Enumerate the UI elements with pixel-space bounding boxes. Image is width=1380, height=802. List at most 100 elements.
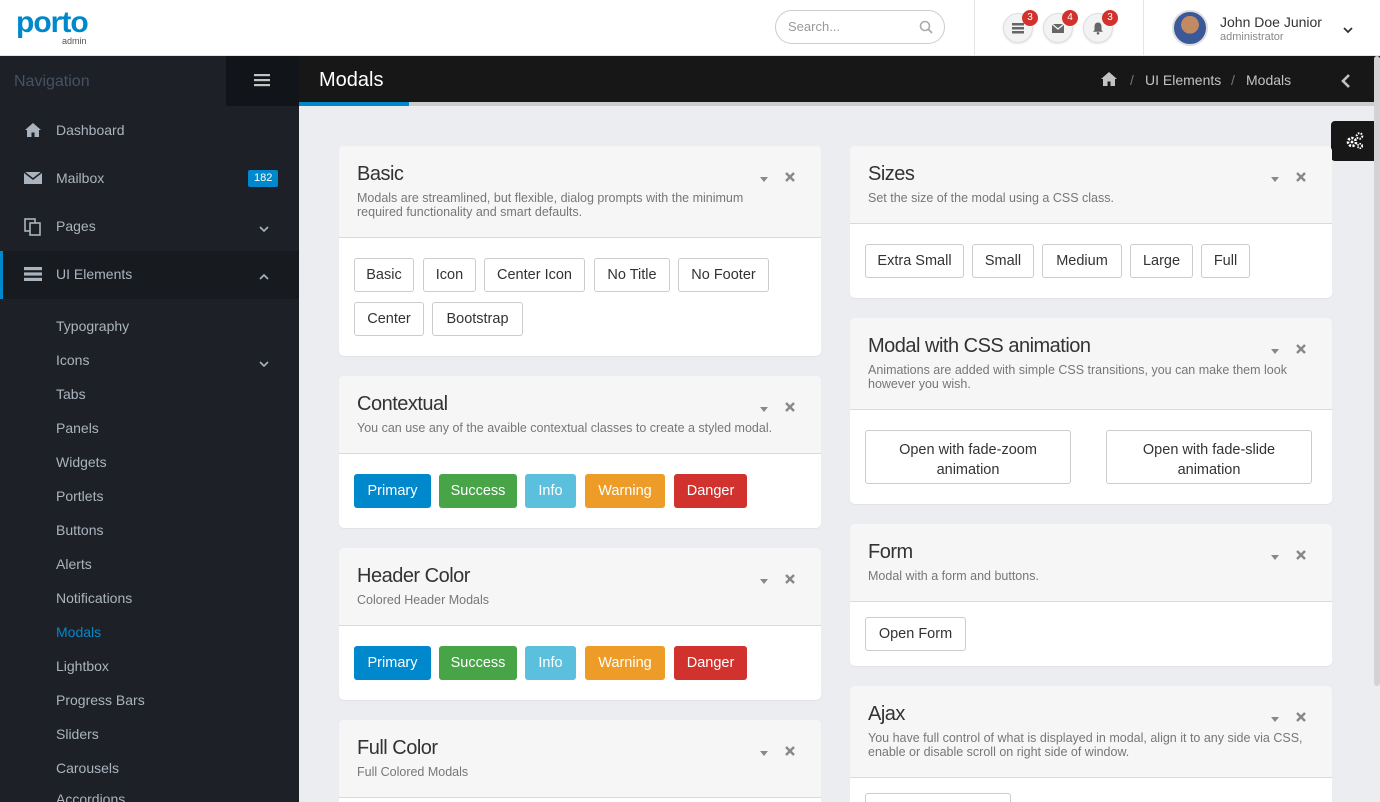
page-scrollbar[interactable] bbox=[1374, 56, 1380, 686]
card-tools bbox=[759, 742, 801, 756]
submenu-item-icons[interactable]: Icons bbox=[56, 352, 89, 368]
submenu-item-buttons[interactable]: Buttons bbox=[56, 522, 103, 538]
card-ajax: Ajax You have full control of what is di… bbox=[850, 686, 1332, 802]
primary-button[interactable]: Primary bbox=[354, 646, 431, 680]
ajax-modal-button[interactable] bbox=[865, 793, 1011, 802]
submenu-item-lightbox[interactable]: Lightbox bbox=[56, 658, 109, 674]
search-icon[interactable] bbox=[919, 20, 933, 39]
chevron-left-icon[interactable] bbox=[1340, 73, 1352, 94]
card-sizes: Sizes Set the size of the modal using a … bbox=[850, 146, 1332, 298]
caret-down-icon[interactable] bbox=[759, 171, 769, 189]
danger-button[interactable]: Danger bbox=[674, 474, 747, 508]
settings-toggle-button[interactable] bbox=[1331, 121, 1380, 161]
submenu-item-progress-bars[interactable]: Progress Bars bbox=[56, 692, 145, 708]
card-full-color: Full Color Full Colored Modals bbox=[339, 720, 821, 802]
subtitle-line: Modals are streamlined, but flexible, di… bbox=[357, 191, 744, 205]
full-modal-button[interactable]: Full bbox=[1201, 244, 1250, 278]
no-title-modal-button[interactable]: No Title bbox=[594, 258, 670, 292]
submenu-item-notifications[interactable]: Notifications bbox=[56, 590, 132, 606]
caret-down-icon[interactable] bbox=[1270, 343, 1280, 361]
submenu-item-alerts[interactable]: Alerts bbox=[56, 556, 92, 572]
success-button[interactable]: Success bbox=[439, 646, 517, 680]
user-name[interactable]: John Doe Junior bbox=[1220, 14, 1322, 30]
sidebar-item-mailbox[interactable]: Mailbox 182 bbox=[0, 155, 299, 203]
basic-modal-button[interactable]: Basic bbox=[354, 258, 414, 292]
chevron-down-icon[interactable] bbox=[1342, 22, 1354, 40]
chevron-down-icon[interactable] bbox=[258, 356, 270, 374]
caret-down-icon[interactable] bbox=[1270, 171, 1280, 189]
danger-button[interactable]: Danger bbox=[674, 646, 747, 680]
caret-down-icon[interactable] bbox=[759, 745, 769, 763]
close-icon[interactable] bbox=[1296, 169, 1306, 187]
caret-down-icon[interactable] bbox=[759, 573, 769, 591]
caret-down-icon[interactable] bbox=[1270, 549, 1280, 567]
close-icon[interactable] bbox=[785, 571, 795, 589]
info-button[interactable]: Info bbox=[525, 474, 576, 508]
close-icon[interactable] bbox=[1296, 547, 1306, 565]
page-title: Modals bbox=[319, 69, 384, 91]
close-icon[interactable] bbox=[785, 743, 795, 761]
card-title: Basic bbox=[357, 163, 404, 185]
info-button[interactable]: Info bbox=[525, 646, 576, 680]
sidebar-toggle-button[interactable] bbox=[226, 56, 299, 106]
button-label-line: Open with fade-slide bbox=[1142, 442, 1276, 458]
small-modal-button[interactable]: Small bbox=[972, 244, 1034, 278]
submenu-item-accordions[interactable]: Accordions bbox=[56, 791, 125, 802]
messages-notification-button[interactable]: 4 bbox=[1043, 10, 1078, 43]
primary-button[interactable]: Primary bbox=[354, 474, 431, 508]
search-input[interactable] bbox=[788, 19, 913, 34]
mailbox-count-badge: 182 bbox=[248, 170, 279, 187]
icon-modal-button[interactable]: Icon bbox=[423, 258, 476, 292]
card-title: Header Color bbox=[357, 565, 470, 587]
submenu-item-modals[interactable]: Modals bbox=[56, 624, 101, 640]
medium-modal-button[interactable]: Medium bbox=[1042, 244, 1122, 278]
breadcrumb-item-ui-elements[interactable]: UI Elements bbox=[1145, 72, 1221, 88]
tasks-notification-button[interactable]: 3 bbox=[1003, 10, 1038, 43]
no-footer-modal-button[interactable]: No Footer bbox=[678, 258, 769, 292]
subtitle-line: required functionality and smart default… bbox=[357, 205, 583, 219]
sidebar-item-pages[interactable]: Pages bbox=[0, 203, 299, 251]
fade-zoom-modal-button[interactable]: Open with fade-zoom animation bbox=[865, 430, 1071, 484]
close-icon[interactable] bbox=[785, 169, 795, 187]
submenu-item-carousels[interactable]: Carousels bbox=[56, 760, 119, 776]
card-css-animation: Modal with CSS animation Animations are … bbox=[850, 318, 1332, 504]
copy-icon bbox=[24, 218, 42, 241]
fade-slide-modal-button[interactable]: Open with fade-slide animation bbox=[1106, 430, 1312, 484]
card-header: Ajax You have full control of what is di… bbox=[850, 686, 1332, 778]
submenu-item-portlets[interactable]: Portlets bbox=[56, 488, 103, 504]
open-form-button[interactable]: Open Form bbox=[865, 617, 966, 651]
card-tools bbox=[759, 168, 801, 182]
center-icon-modal-button[interactable]: Center Icon bbox=[484, 258, 585, 292]
alerts-notification-button[interactable]: 3 bbox=[1083, 10, 1118, 43]
bootstrap-modal-button[interactable]: Bootstrap bbox=[432, 302, 523, 336]
page-header-accent bbox=[299, 102, 409, 106]
card-title: Sizes bbox=[868, 163, 915, 185]
submenu-item-widgets[interactable]: Widgets bbox=[56, 454, 107, 470]
submenu-item-tabs[interactable]: Tabs bbox=[56, 386, 86, 402]
warning-button[interactable]: Warning bbox=[585, 646, 665, 680]
center-modal-button[interactable]: Center bbox=[354, 302, 424, 336]
extra-small-modal-button[interactable]: Extra Small bbox=[865, 244, 964, 278]
success-button[interactable]: Success bbox=[439, 474, 517, 508]
card-title: Contextual bbox=[357, 393, 448, 415]
card-title: Modal with CSS animation bbox=[868, 335, 1091, 357]
large-modal-button[interactable]: Large bbox=[1130, 244, 1193, 278]
logo[interactable]: porto admin bbox=[16, 8, 89, 47]
submenu-item-typography[interactable]: Typography bbox=[56, 318, 129, 334]
warning-button[interactable]: Warning bbox=[585, 474, 665, 508]
card-header: Basic Modals are streamlined, but flexib… bbox=[339, 146, 821, 238]
submenu-item-sliders[interactable]: Sliders bbox=[56, 726, 99, 742]
sidebar-item-dashboard[interactable]: Dashboard bbox=[0, 107, 299, 155]
submenu-item-panels[interactable]: Panels bbox=[56, 420, 99, 436]
caret-down-icon[interactable] bbox=[1270, 711, 1280, 729]
caret-down-icon[interactable] bbox=[759, 401, 769, 419]
home-icon[interactable] bbox=[1100, 71, 1118, 92]
close-icon[interactable] bbox=[1296, 709, 1306, 727]
card-header: Form Modal with a form and buttons. bbox=[850, 524, 1332, 602]
avatar[interactable] bbox=[1172, 10, 1208, 46]
search-box bbox=[775, 10, 945, 44]
close-icon[interactable] bbox=[785, 399, 795, 417]
close-icon[interactable] bbox=[1296, 341, 1306, 359]
card-header: Contextual You can use any of the avaibl… bbox=[339, 376, 821, 454]
sidebar-item-ui-elements[interactable]: UI Elements bbox=[0, 251, 299, 299]
